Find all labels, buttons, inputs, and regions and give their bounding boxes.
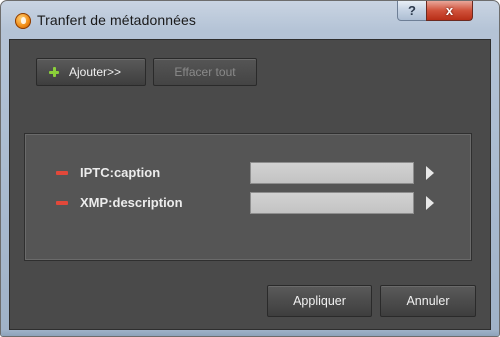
title-bar[interactable]: Tranfert de métadonnées ? x (1, 1, 499, 39)
arrow-right-icon[interactable] (426, 196, 434, 210)
close-button[interactable]: x (426, 1, 473, 21)
remove-field-minus-icon[interactable] (56, 201, 68, 205)
window-title: Tranfert de métadonnées (37, 12, 196, 28)
window-bottom-border (1, 330, 499, 336)
plus-icon (49, 67, 59, 77)
app-icon (15, 13, 31, 29)
dialog-window: Tranfert de métadonnées ? x Ajouter>> Ef… (0, 0, 500, 337)
add-button-label: Ajouter>> (69, 65, 122, 79)
field-label: IPTC:caption (80, 165, 161, 180)
remove-field-minus-icon[interactable] (56, 171, 68, 175)
fields-panel: IPTC:caption XMP:description (24, 133, 472, 261)
arrow-right-icon[interactable] (426, 166, 434, 180)
add-button[interactable]: Ajouter>> (36, 58, 146, 86)
dialog-body: Ajouter>> Effacer tout IPTC:caption XMP:… (9, 39, 491, 330)
field-row-iptc-caption: IPTC:caption (25, 161, 471, 185)
field-label: XMP:description (80, 195, 183, 210)
field-value-input[interactable] (250, 162, 414, 184)
field-value-input[interactable] (250, 192, 414, 214)
help-button[interactable]: ? (397, 1, 427, 21)
field-row-xmp-description: XMP:description (25, 191, 471, 215)
apply-button[interactable]: Appliquer (267, 285, 372, 317)
cancel-button[interactable]: Annuler (380, 285, 476, 317)
clear-all-button[interactable]: Effacer tout (153, 58, 257, 86)
